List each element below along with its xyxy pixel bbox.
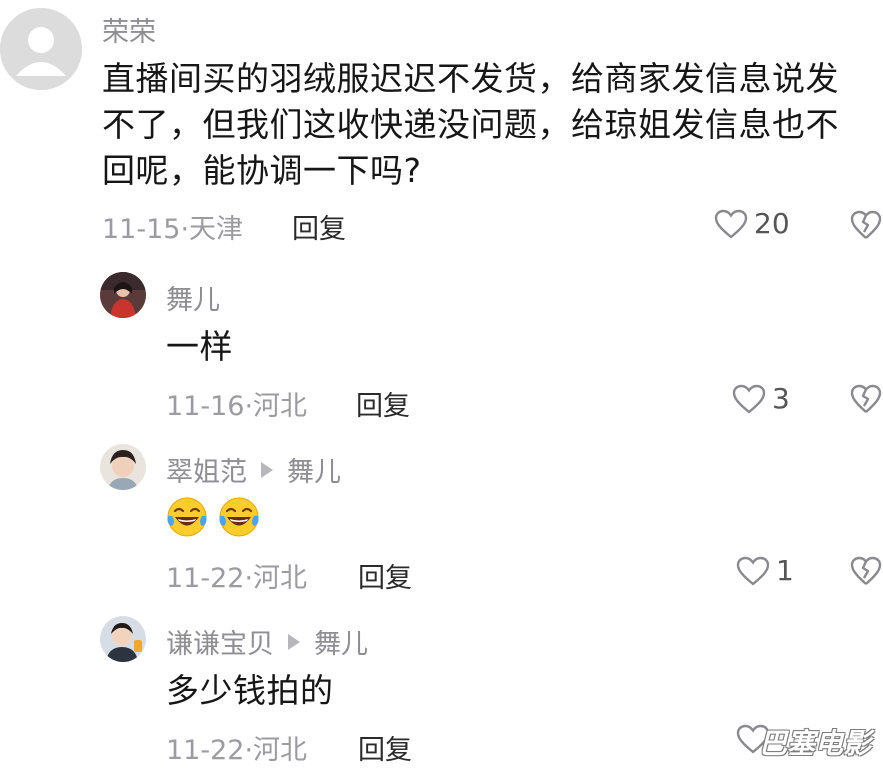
heart-icon bbox=[732, 384, 766, 414]
reply-text: 多少钱拍的 bbox=[166, 671, 334, 710]
reply-button[interactable]: 回复 bbox=[358, 728, 412, 767]
reply-meta: 11-22·河北 bbox=[166, 563, 308, 594]
dislike-button[interactable] bbox=[850, 556, 882, 590]
reply-author[interactable]: 翠姐范 舞儿 bbox=[166, 450, 341, 489]
reply-author[interactable]: 谦谦宝贝 舞儿 bbox=[166, 622, 368, 661]
broken-heart-icon bbox=[850, 384, 882, 413]
broken-heart-icon bbox=[850, 210, 882, 239]
heart-icon bbox=[736, 556, 770, 586]
reply-author-name[interactable]: 翠姐范 bbox=[166, 450, 247, 489]
comment-item: 荣荣 直播间买的羽绒服迟迟不发货，给商家发信息说发 不了，但我们这收快递没问题，… bbox=[0, 0, 883, 250]
reply-author[interactable]: 舞儿 bbox=[166, 278, 220, 317]
comment-text-line: 直播间买的羽绒服迟迟不发货，给商家发信息说发 bbox=[102, 59, 839, 98]
comment-text-line: 回呢，能协调一下吗? bbox=[102, 151, 422, 190]
heart-icon bbox=[714, 209, 748, 239]
dislike-button[interactable] bbox=[850, 384, 882, 418]
user-photo-icon bbox=[100, 444, 146, 490]
like-button[interactable]: 1 bbox=[736, 554, 794, 587]
user-photo-icon bbox=[100, 616, 146, 662]
reply-arrow-icon bbox=[288, 633, 300, 650]
avatar-default[interactable] bbox=[0, 8, 82, 90]
comment-text: 直播间买的羽绒服迟迟不发货，给商家发信息说发 不了，但我们这收快递没问题，给琼姐… bbox=[102, 56, 882, 194]
reply-author-name[interactable]: 谦谦宝贝 bbox=[166, 622, 274, 661]
reply-item: 舞儿 一样 11-16·河北 回复 3 bbox=[0, 268, 883, 428]
like-count: 3 bbox=[772, 382, 790, 415]
watermark-text: 巴塞电影 bbox=[758, 727, 871, 760]
like-count: 1 bbox=[776, 554, 794, 587]
dislike-button[interactable] bbox=[850, 210, 882, 244]
reply-to-name[interactable]: 舞儿 bbox=[287, 450, 341, 489]
like-button[interactable]: 20 bbox=[714, 207, 790, 240]
reply-arrow-icon bbox=[261, 461, 273, 478]
avatar[interactable] bbox=[100, 444, 146, 490]
reply-item: 谦谦宝贝 舞儿 多少钱拍的 11-22·河北 回复 bbox=[0, 612, 883, 772]
reply-button[interactable]: 回复 bbox=[356, 384, 410, 423]
avatar[interactable] bbox=[100, 616, 146, 662]
reply-button[interactable]: 回复 bbox=[358, 556, 412, 595]
like-button[interactable]: 3 bbox=[732, 382, 790, 415]
reply-item: 翠姐范 舞儿 11-22·河北 回复 1 bbox=[0, 440, 883, 600]
reply-meta: 11-16·河北 bbox=[166, 391, 308, 422]
user-photo-icon bbox=[100, 272, 146, 318]
laughing-tears-emoji bbox=[219, 497, 259, 537]
broken-heart-icon bbox=[850, 556, 882, 585]
comment-author[interactable]: 荣荣 bbox=[102, 10, 156, 49]
reply-to-name[interactable]: 舞儿 bbox=[314, 622, 368, 661]
reply-button[interactable]: 回复 bbox=[292, 207, 346, 246]
avatar[interactable] bbox=[100, 272, 146, 318]
comment-text-line: 不了，但我们这收快递没问题，给琼姐发信息也不 bbox=[102, 105, 839, 144]
comment-meta: 11-15·天津 bbox=[102, 214, 244, 245]
like-count: 20 bbox=[754, 207, 790, 240]
default-user-icon bbox=[0, 8, 82, 90]
reply-author-name[interactable]: 舞儿 bbox=[166, 278, 220, 317]
reply-meta: 11-22·河北 bbox=[166, 735, 308, 766]
laughing-tears-emoji bbox=[167, 497, 207, 537]
reply-text: 一样 bbox=[166, 327, 233, 366]
